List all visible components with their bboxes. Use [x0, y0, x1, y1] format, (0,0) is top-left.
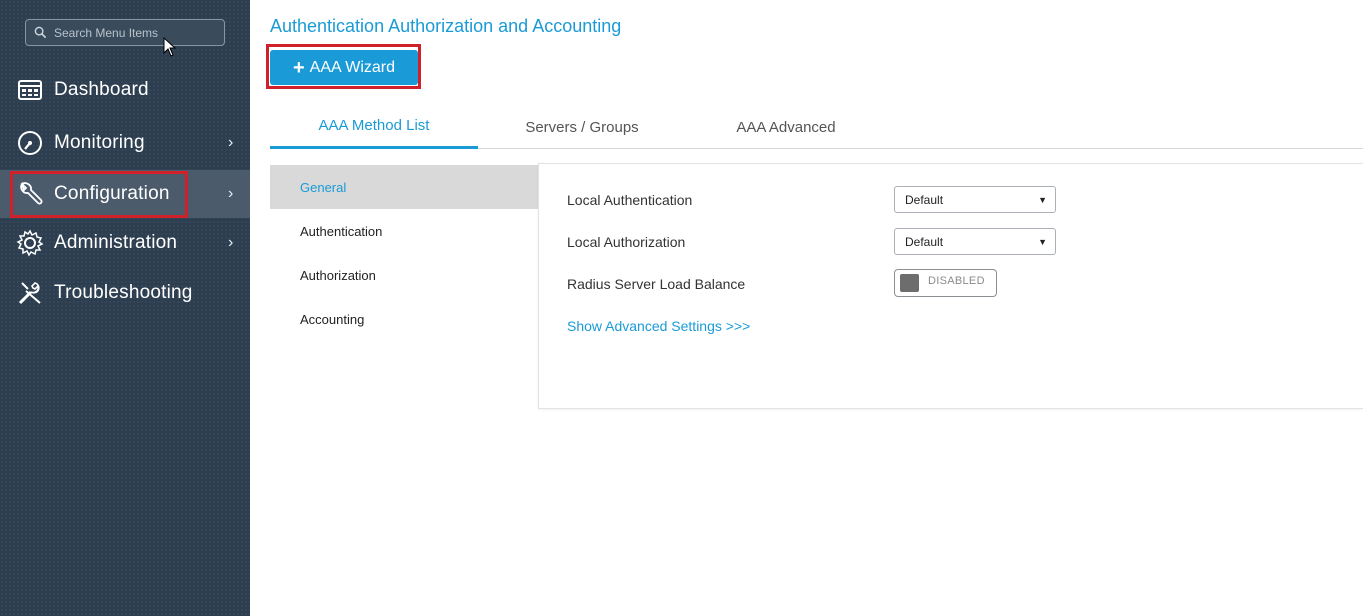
dashboard-icon [15, 75, 45, 105]
mouse-cursor-icon [163, 37, 177, 57]
tab-aaa-method-list[interactable]: AAA Method List [270, 105, 478, 149]
sidebar-item-administration[interactable]: Administration › [0, 219, 250, 267]
search-icon [34, 26, 47, 39]
wrench-icon [15, 179, 45, 209]
subnav-item-authorization[interactable]: Authorization [270, 253, 538, 297]
local-authorization-select[interactable]: Default ▼ [894, 228, 1056, 255]
tab-aaa-advanced[interactable]: AAA Advanced [710, 105, 862, 149]
sidebar-item-label: Configuration [54, 183, 170, 204]
search-input[interactable] [54, 25, 214, 40]
main-content: Authentication Authorization and Account… [250, 0, 1363, 616]
toggle-state: DISABLED [928, 275, 985, 287]
chevron-right-icon: › [228, 185, 234, 202]
sub-navigation: General Authentication Authorization Acc… [270, 165, 538, 341]
gear-icon [15, 228, 45, 258]
gauge-icon [15, 128, 45, 158]
tools-icon [15, 278, 45, 308]
aaa-wizard-label: AAA Wizard [309, 58, 396, 76]
chevron-right-icon: › [228, 134, 234, 151]
sidebar-item-dashboard[interactable]: Dashboard [0, 66, 250, 114]
subnav-item-authentication[interactable]: Authentication [270, 209, 538, 253]
sidebar-item-label: Monitoring [54, 132, 145, 153]
plus-icon: + [292, 56, 305, 79]
subnav-item-general[interactable]: General [270, 165, 538, 209]
local-authentication-label: Local Authentication [567, 192, 693, 208]
local-authentication-select[interactable]: Default ▼ [894, 186, 1056, 213]
sidebar: Dashboard Monitoring › Configuration › A… [0, 0, 250, 616]
general-settings-panel: Local Authentication Default ▼ Local Aut… [538, 163, 1363, 409]
sidebar-item-label: Dashboard [54, 79, 149, 100]
sidebar-item-configuration[interactable]: Configuration › [0, 170, 250, 218]
page-title: Authentication Authorization and Account… [270, 16, 622, 36]
tab-bar: AAA Method List Servers / Groups AAA Adv… [270, 105, 1363, 149]
toggle-knob [900, 274, 919, 292]
local-authorization-value: Default [905, 234, 944, 249]
tab-servers-groups[interactable]: Servers / Groups [498, 105, 666, 149]
show-advanced-settings-link[interactable]: Show Advanced Settings >>> [567, 318, 750, 334]
dropdown-arrow-icon: ▼ [1038, 195, 1047, 205]
chevron-right-icon: › [228, 234, 234, 251]
radius-load-balance-label: Radius Server Load Balance [567, 276, 746, 292]
local-authentication-value: Default [905, 192, 944, 207]
local-authorization-label: Local Authorization [567, 234, 686, 250]
dropdown-arrow-icon: ▼ [1038, 237, 1047, 247]
radius-load-balance-toggle[interactable]: DISABLED [894, 269, 997, 297]
sidebar-item-troubleshooting[interactable]: Troubleshooting [0, 269, 250, 317]
sidebar-item-monitoring[interactable]: Monitoring › [0, 119, 250, 167]
sidebar-item-label: Troubleshooting [54, 282, 193, 303]
search-box[interactable] [25, 19, 225, 46]
aaa-wizard-button[interactable]: + AAA Wizard [270, 50, 418, 85]
sidebar-item-label: Administration [54, 232, 178, 253]
subnav-item-accounting[interactable]: Accounting [270, 297, 538, 341]
